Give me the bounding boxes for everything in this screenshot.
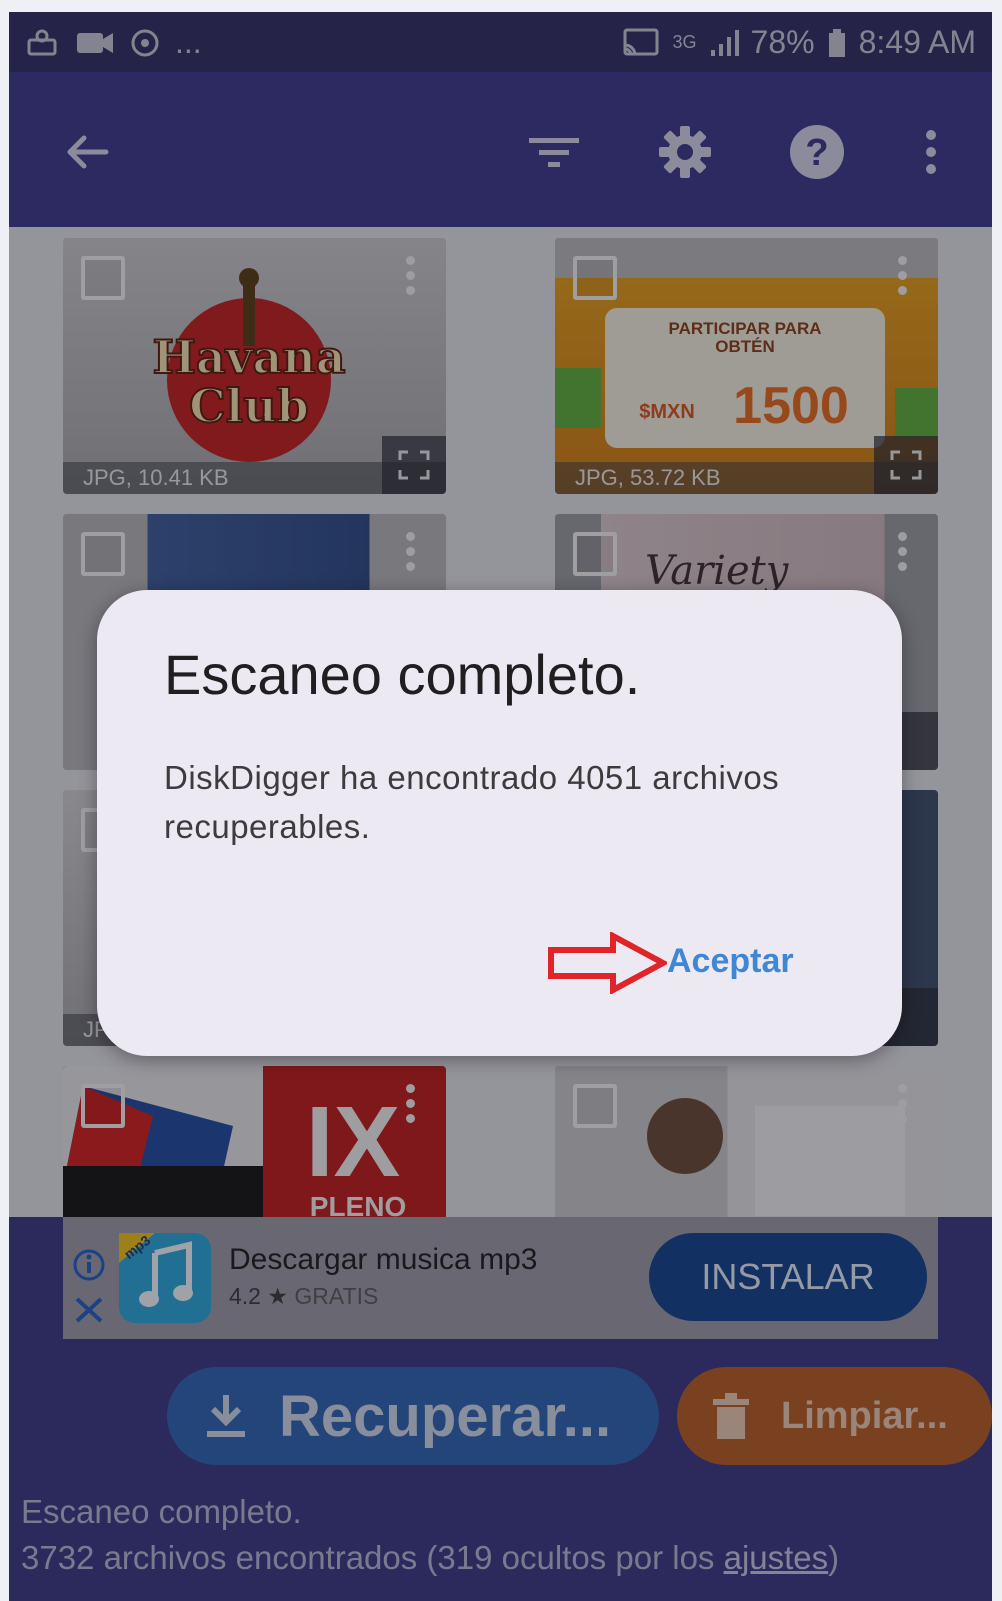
accept-button[interactable]: Aceptar: [667, 942, 794, 981]
dialog-message: DiskDigger ha encontrado 4051 archivos r…: [164, 759, 780, 845]
dialog-title: Escaneo completo.: [164, 643, 641, 706]
red-arrow-annotation-icon: [548, 932, 667, 994]
phone-screen: ... 3G 78% 8:49 AM ? Havana Club JPG, 10…: [9, 12, 992, 1601]
scan-complete-dialog: Escaneo completo. DiskDigger ha encontra…: [97, 590, 902, 1056]
